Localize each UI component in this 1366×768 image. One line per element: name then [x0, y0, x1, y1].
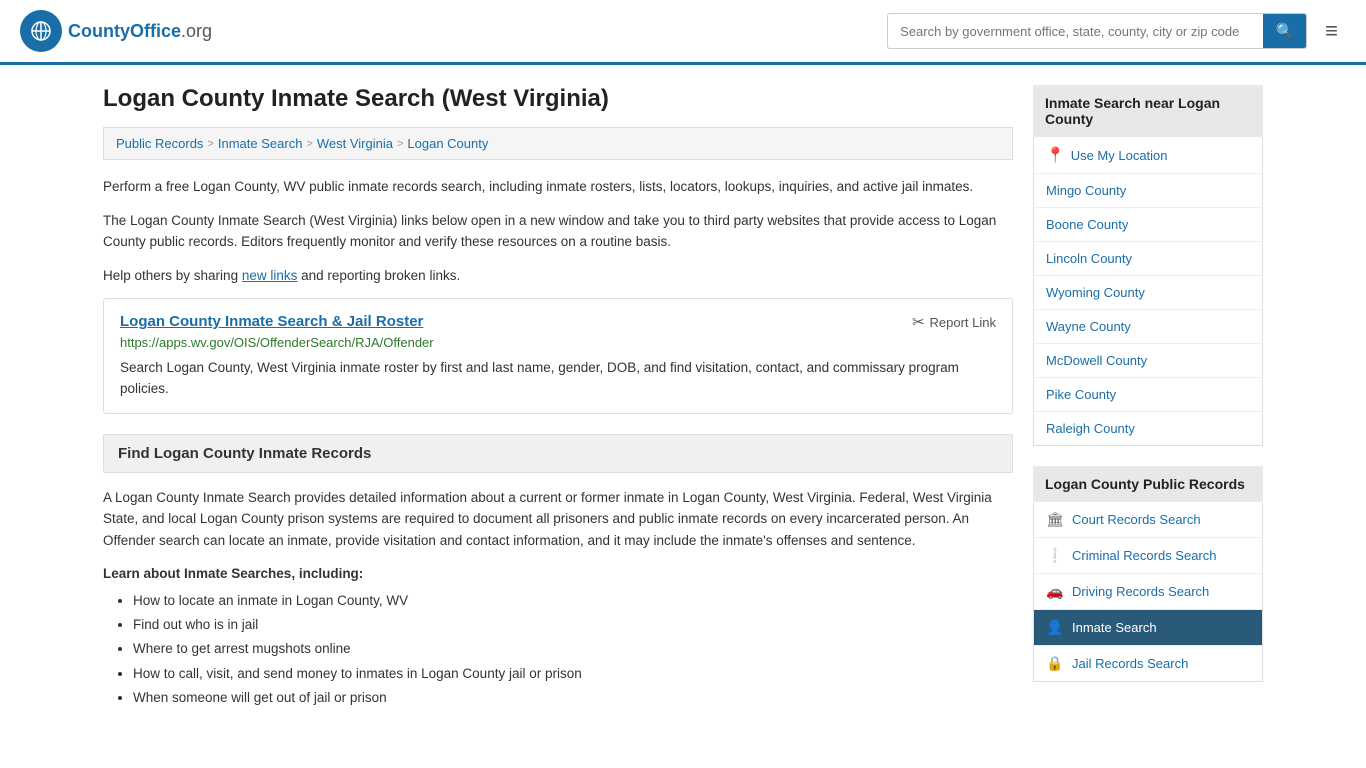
breadcrumb: Public Records > Inmate Search > West Vi… — [103, 127, 1013, 160]
sidebar-link-wayne[interactable]: Wayne County — [1034, 310, 1262, 344]
list-item: When someone will get out of jail or pri… — [133, 686, 1013, 710]
boone-county-label: Boone County — [1046, 217, 1128, 232]
logo-icon — [20, 10, 62, 52]
sidebar-link-lincoln[interactable]: Lincoln County — [1034, 242, 1262, 276]
court-records-label: Court Records Search — [1072, 512, 1201, 527]
report-icon: ✂ — [912, 313, 925, 331]
public-records-title: Logan County Public Records — [1033, 466, 1263, 502]
description-2: The Logan County Inmate Search (West Vir… — [103, 210, 1013, 253]
logo-area: CountyOffice.org — [20, 10, 212, 52]
mingo-county-label: Mingo County — [1046, 183, 1126, 198]
menu-button[interactable]: ≡ — [1317, 14, 1346, 48]
new-links-link[interactable]: new links — [242, 268, 298, 283]
list-item: How to call, visit, and send money to in… — [133, 662, 1013, 686]
wayne-county-label: Wayne County — [1046, 319, 1131, 334]
main-container: Logan County Inmate Search (West Virgini… — [83, 65, 1283, 730]
find-records-header: Find Logan County Inmate Records — [103, 434, 1013, 473]
pike-county-label: Pike County — [1046, 387, 1116, 402]
bullet-list: How to locate an inmate in Logan County,… — [103, 589, 1013, 710]
search-input[interactable] — [888, 16, 1263, 47]
court-records-icon: 🏛 — [1046, 511, 1064, 528]
list-item: Find out who is in jail — [133, 613, 1013, 637]
breadcrumb-west-virginia[interactable]: West Virginia — [317, 136, 393, 151]
search-button[interactable]: 🔍 — [1263, 14, 1306, 48]
public-records-section: Logan County Public Records 🏛 Court Reco… — [1033, 466, 1263, 682]
pub-link-driving-records[interactable]: 🚗 Driving Records Search — [1034, 574, 1262, 610]
pub-link-criminal-records[interactable]: ❕ Criminal Records Search — [1034, 538, 1262, 574]
report-link-label: Report Link — [930, 315, 996, 330]
breadcrumb-sep-1: > — [207, 138, 213, 150]
page-title: Logan County Inmate Search (West Virgini… — [103, 85, 1013, 113]
pub-link-court-records[interactable]: 🏛 Court Records Search — [1034, 502, 1262, 538]
find-records-section: Find Logan County Inmate Records A Logan… — [103, 434, 1013, 710]
report-link-button[interactable]: ✂ Report Link — [912, 313, 996, 331]
link-card-title[interactable]: Logan County Inmate Search & Jail Roster — [120, 313, 423, 330]
description-1: Perform a free Logan County, WV public i… — [103, 176, 1013, 198]
sidebar-link-mingo[interactable]: Mingo County — [1034, 174, 1262, 208]
breadcrumb-inmate-search[interactable]: Inmate Search — [218, 136, 303, 151]
mcdowell-county-label: McDowell County — [1046, 353, 1147, 368]
use-location-label: Use My Location — [1071, 148, 1168, 163]
nearby-title: Inmate Search near Logan County — [1033, 85, 1263, 137]
sidebar-link-pike[interactable]: Pike County — [1034, 378, 1262, 412]
breadcrumb-logan-county[interactable]: Logan County — [407, 136, 488, 151]
nearby-section: Inmate Search near Logan County 📍 Use My… — [1033, 85, 1263, 446]
lincoln-county-label: Lincoln County — [1046, 251, 1132, 266]
sidebar-link-wyoming[interactable]: Wyoming County — [1034, 276, 1262, 310]
link-description: Search Logan County, West Virginia inmat… — [120, 358, 996, 399]
sidebar-link-mcdowell[interactable]: McDowell County — [1034, 344, 1262, 378]
link-url[interactable]: https://apps.wv.gov/OIS/OffenderSearch/R… — [120, 335, 996, 350]
description-3: Help others by sharing new links and rep… — [103, 265, 1013, 287]
header: CountyOffice.org 🔍 ≡ — [0, 0, 1366, 65]
sidebar-link-boone[interactable]: Boone County — [1034, 208, 1262, 242]
criminal-records-icon: ❕ — [1046, 547, 1064, 564]
use-location-link[interactable]: 📍 Use My Location — [1034, 137, 1262, 174]
breadcrumb-sep-3: > — [397, 138, 403, 150]
inmate-search-icon: 👤 — [1046, 619, 1064, 636]
driving-records-label: Driving Records Search — [1072, 584, 1209, 599]
header-right: 🔍 ≡ — [887, 13, 1346, 49]
sidebar: Inmate Search near Logan County 📍 Use My… — [1033, 85, 1263, 710]
sidebar-link-raleigh[interactable]: Raleigh County — [1034, 412, 1262, 445]
public-records-links: 🏛 Court Records Search ❕ Criminal Record… — [1033, 502, 1263, 682]
find-records-body: A Logan County Inmate Search provides de… — [103, 487, 1013, 552]
link-card-header: Logan County Inmate Search & Jail Roster… — [120, 313, 996, 331]
content-area: Logan County Inmate Search (West Virgini… — [103, 85, 1013, 710]
logo-text: CountyOffice.org — [68, 21, 212, 42]
jail-records-label: Jail Records Search — [1072, 656, 1188, 671]
breadcrumb-public-records[interactable]: Public Records — [116, 136, 203, 151]
search-bar: 🔍 — [887, 13, 1307, 49]
jail-records-icon: 🔒 — [1046, 655, 1064, 672]
breadcrumb-sep-2: > — [306, 138, 312, 150]
nearby-links: 📍 Use My Location Mingo County Boone Cou… — [1033, 137, 1263, 446]
criminal-records-label: Criminal Records Search — [1072, 548, 1217, 563]
location-icon: 📍 — [1046, 146, 1065, 164]
link-card: Logan County Inmate Search & Jail Roster… — [103, 298, 1013, 414]
list-item: Where to get arrest mugshots online — [133, 637, 1013, 661]
wyoming-county-label: Wyoming County — [1046, 285, 1145, 300]
pub-link-inmate-search[interactable]: 👤 Inmate Search — [1034, 610, 1262, 646]
pub-link-jail-records[interactable]: 🔒 Jail Records Search — [1034, 646, 1262, 681]
learn-title: Learn about Inmate Searches, including: — [103, 566, 1013, 581]
inmate-search-label: Inmate Search — [1072, 620, 1157, 635]
list-item: How to locate an inmate in Logan County,… — [133, 589, 1013, 613]
raleigh-county-label: Raleigh County — [1046, 421, 1135, 436]
driving-records-icon: 🚗 — [1046, 583, 1064, 600]
